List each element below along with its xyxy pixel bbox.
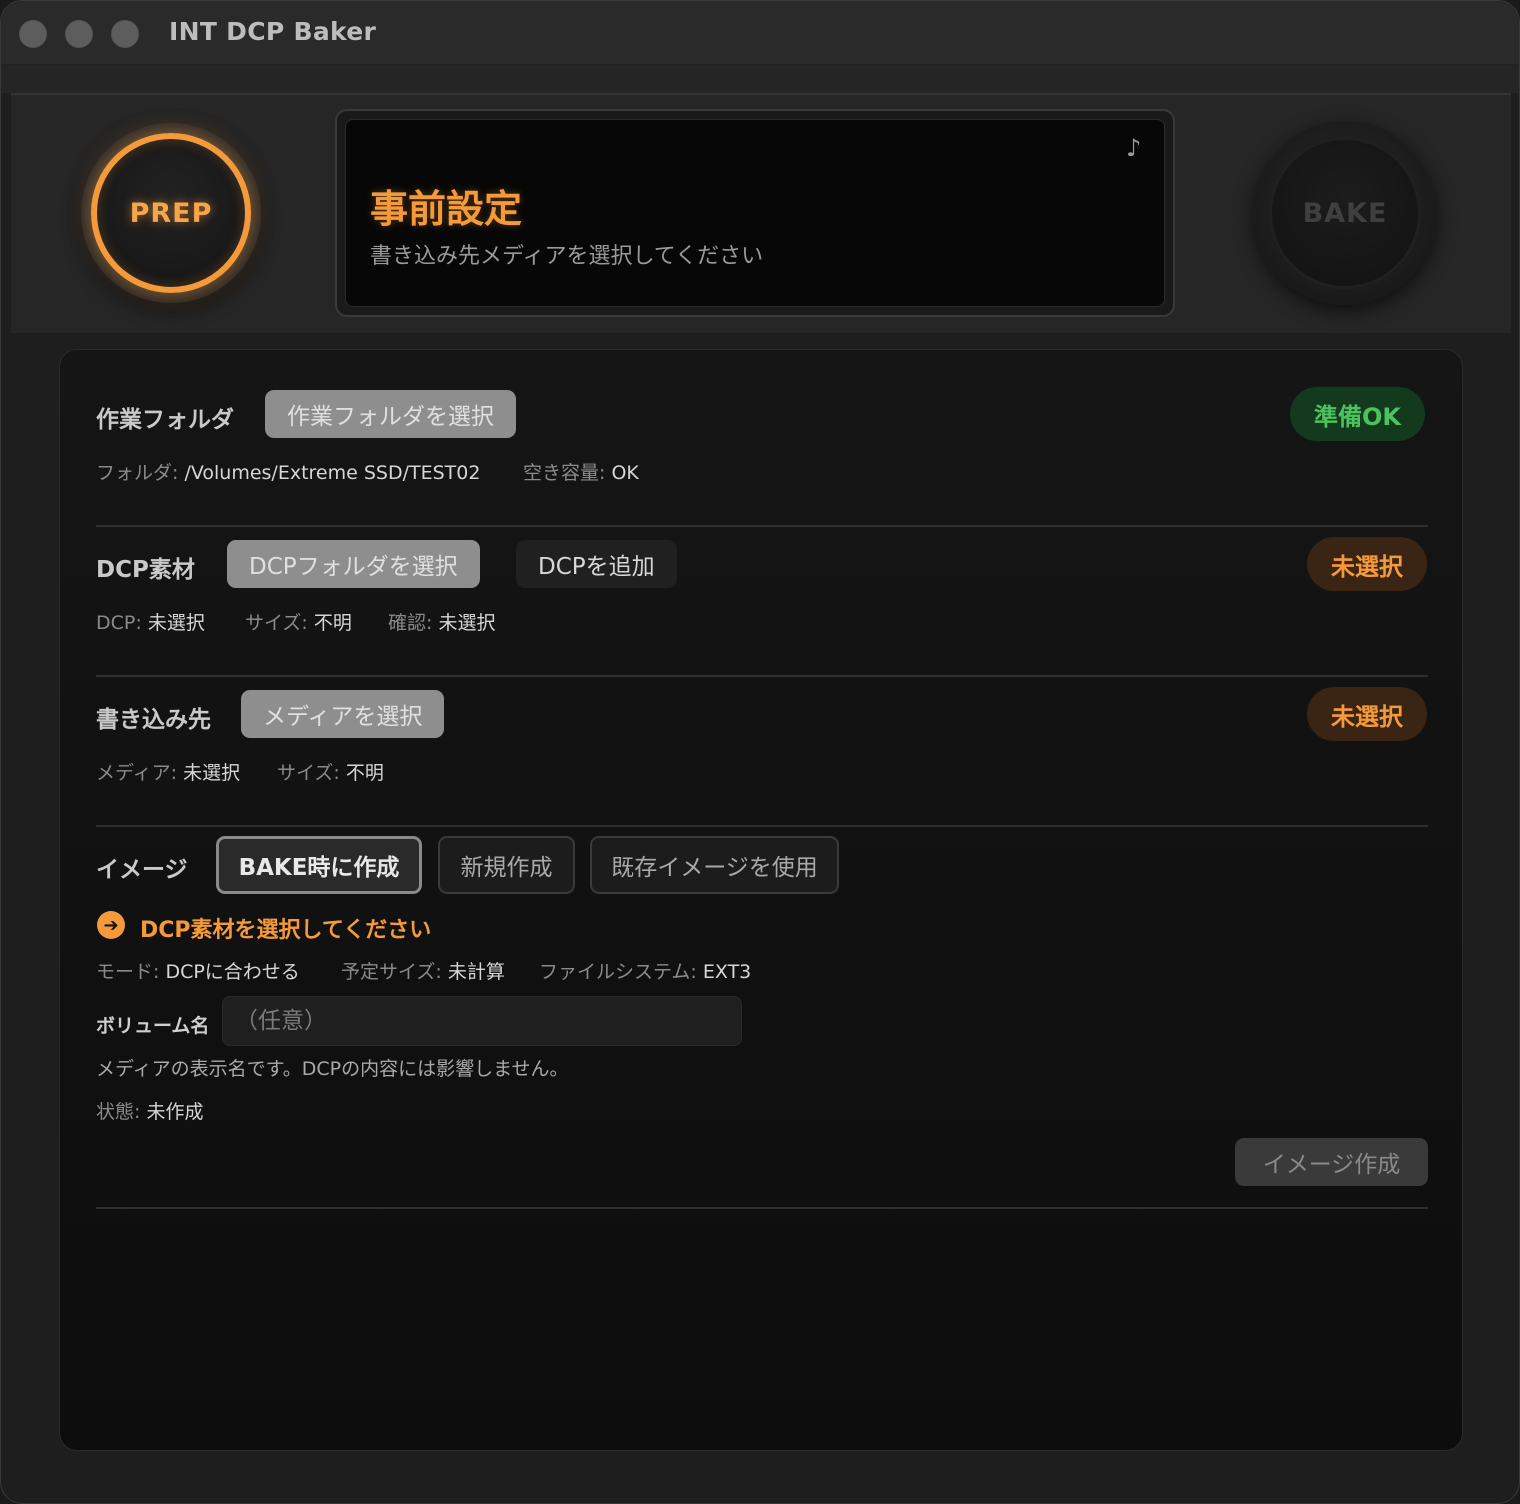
info-value: 未選択 — [183, 762, 241, 784]
workfolder-status-badge: 準備OK — [1290, 387, 1425, 441]
media-size-info: サイズ: 不明 — [277, 758, 384, 785]
image-mode-info: モード: DCPに合わせる — [96, 957, 300, 984]
info-value: OK — [611, 462, 639, 484]
info-key: サイズ: — [277, 762, 340, 784]
image-size-info: 予定サイズ: 未計算 — [341, 957, 505, 984]
image-state-info: 状態: 未作成 — [96, 1097, 203, 1124]
info-value: 未選択 — [438, 612, 496, 634]
toolbar-strip — [1, 65, 1519, 93]
image-label: イメージ — [96, 857, 188, 883]
add-dcp-button[interactable]: DCPを追加 — [516, 540, 677, 588]
minimize-window-button[interactable] — [65, 20, 93, 48]
info-value: /Volumes/Extreme SSD/TEST02 — [184, 462, 481, 484]
info-value: 未作成 — [146, 1101, 204, 1123]
section-divider — [96, 825, 1428, 827]
prep-label: PREP — [129, 197, 213, 229]
main-panel: 作業フォルダ 作業フォルダを選択 準備OK フォルダ: /Volumes/Ext… — [59, 349, 1463, 1451]
destination-status-badge: 未選択 — [1307, 687, 1427, 741]
close-window-button[interactable] — [19, 20, 47, 48]
info-key: メディア: — [96, 762, 178, 784]
image-filesystem-info: ファイルシステム: EXT3 — [539, 957, 751, 984]
info-value: 未選択 — [147, 612, 205, 634]
mode-existing-button[interactable]: 既存イメージを使用 — [590, 836, 839, 894]
section-divider — [96, 525, 1428, 527]
status-title: 事前設定 — [370, 187, 523, 231]
title-bar: INT DCP Baker — [1, 1, 1519, 65]
info-value: EXT3 — [702, 961, 752, 983]
info-value: DCPに合わせる — [165, 961, 300, 983]
info-key: モード: — [96, 961, 160, 983]
info-key: ファイルシステム: — [539, 961, 697, 983]
bake-button[interactable]: BAKE — [1253, 121, 1437, 305]
info-value: 不明 — [313, 612, 352, 634]
workfolder-label: 作業フォルダ — [96, 407, 234, 433]
dcp-check-info: 確認: 未選択 — [388, 608, 495, 635]
zoom-window-button[interactable] — [111, 20, 139, 48]
select-workfolder-button[interactable]: 作業フォルダを選択 — [265, 390, 516, 438]
select-dcp-folder-button[interactable]: DCPフォルダを選択 — [227, 540, 480, 588]
info-key: 予定サイズ: — [341, 961, 442, 983]
image-hint: DCP素材を選択してください — [140, 918, 432, 943]
app-window: INT DCP Baker PREP 事前設定 書き込み先メディアを選択してくだ… — [0, 0, 1520, 1504]
info-key: サイズ: — [245, 612, 308, 634]
section-divider — [96, 1207, 1428, 1209]
section-divider — [96, 675, 1428, 677]
window-title: INT DCP Baker — [169, 17, 377, 46]
volume-name-label: ボリューム名 — [96, 1015, 210, 1037]
workfolder-path-info: フォルダ: /Volumes/Extreme SSD/TEST02 — [96, 458, 480, 485]
arrow-right-icon: ➔ — [97, 911, 125, 939]
volume-help-text: メディアの表示名です。DCPの内容には影響しません。 — [96, 1058, 569, 1080]
info-value: 不明 — [345, 762, 384, 784]
destination-label: 書き込み先 — [96, 707, 211, 733]
select-media-button[interactable]: メディアを選択 — [241, 690, 445, 738]
media-name-info: メディア: 未選択 — [96, 758, 240, 785]
status-display-screen: 事前設定 書き込み先メディアを選択してください ♪ — [345, 119, 1165, 307]
dcp-status-badge: 未選択 — [1307, 537, 1427, 591]
info-key: フォルダ: — [96, 462, 179, 484]
dcp-label: DCP素材 — [96, 557, 195, 583]
bake-label: BAKE — [1302, 197, 1388, 229]
status-display: 事前設定 書き込み先メディアを選択してください ♪ — [335, 109, 1175, 317]
info-key: 確認: — [388, 612, 433, 634]
info-key: DCP: — [96, 612, 142, 634]
workfolder-space-info: 空き容量: OK — [523, 458, 639, 485]
info-value: 未計算 — [447, 961, 505, 983]
bake-ring: BAKE — [1269, 137, 1421, 289]
dcp-name-info: DCP: 未選択 — [96, 608, 205, 635]
dcp-size-info: サイズ: 不明 — [245, 608, 352, 635]
music-note-icon[interactable]: ♪ — [1126, 134, 1141, 162]
info-key: 空き容量: — [523, 462, 606, 484]
volume-name-input[interactable] — [222, 996, 742, 1046]
status-subtitle: 書き込み先メディアを選択してください — [370, 244, 764, 269]
create-image-button[interactable]: イメージ作成 — [1235, 1138, 1428, 1186]
mode-bake-time-button[interactable]: BAKE時に作成 — [216, 836, 422, 894]
prep-button[interactable]: PREP — [81, 123, 261, 303]
info-key: 状態: — [96, 1101, 141, 1123]
mode-new-button[interactable]: 新規作成 — [438, 836, 575, 894]
prep-ring: PREP — [91, 133, 251, 293]
